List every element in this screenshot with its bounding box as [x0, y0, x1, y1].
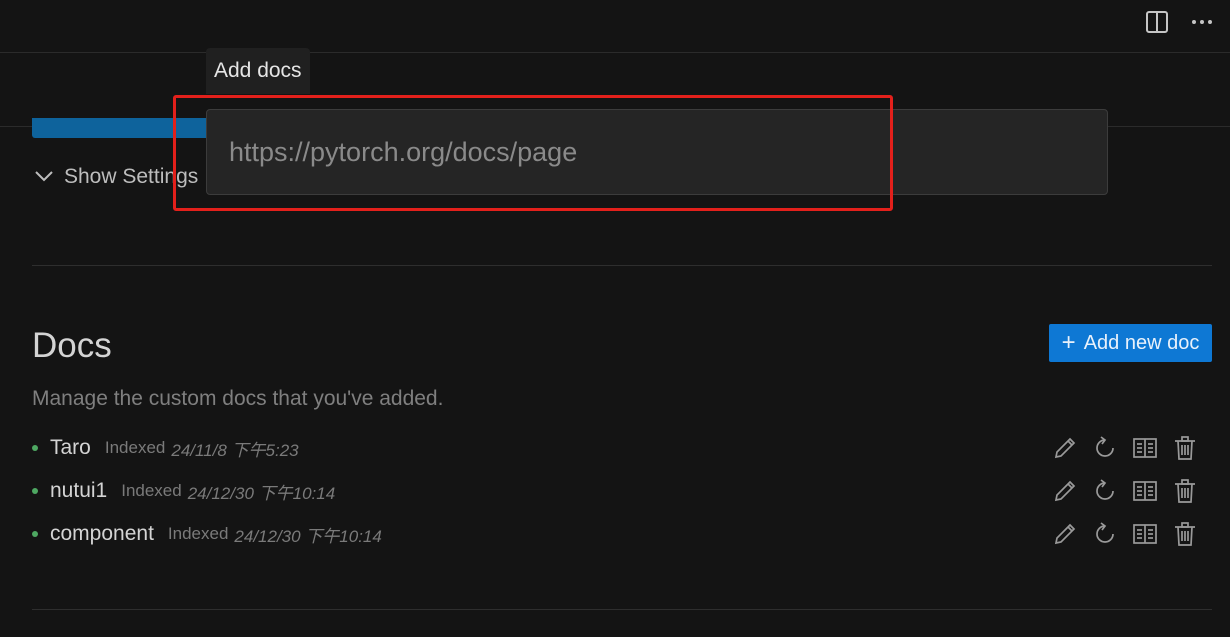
obscured-button[interactable] — [32, 118, 212, 138]
divider — [32, 609, 1212, 610]
doc-indexed-label: Indexed — [121, 481, 182, 500]
refresh-icon[interactable] — [1092, 521, 1118, 547]
book-icon[interactable] — [1132, 521, 1158, 547]
pencil-icon[interactable] — [1052, 435, 1078, 461]
doc-url-input[interactable] — [206, 109, 1108, 195]
refresh-icon[interactable] — [1092, 435, 1118, 461]
doc-name: Taro — [50, 436, 91, 459]
pencil-icon[interactable] — [1052, 521, 1078, 547]
more-icon[interactable] — [1188, 8, 1216, 36]
trash-icon[interactable] — [1172, 521, 1198, 547]
doc-actions — [1052, 476, 1198, 506]
book-icon[interactable] — [1132, 478, 1158, 504]
doc-indexed-label: Indexed — [104, 438, 166, 457]
trash-icon[interactable] — [1172, 478, 1198, 504]
show-settings-label: Show Settings — [64, 165, 199, 188]
doc-name: component — [50, 522, 154, 545]
doc-indexed-date: 24/11/8 下午5:23 — [171, 440, 299, 460]
page: Show Settings Docs + Add new doc Manage … — [0, 0, 1230, 637]
docs-title: Docs — [32, 326, 112, 365]
split-editor-icon[interactable] — [1143, 8, 1171, 36]
add-docs-popup-title: Add docs — [206, 48, 310, 94]
add-new-doc-button[interactable]: + Add new doc — [1049, 324, 1212, 362]
doc-list-item: nutui1 Indexed 24/12/30 下午10:14 — [32, 476, 1212, 506]
doc-list-item: Taro Indexed 24/11/8 下午5:23 — [32, 433, 1212, 463]
doc-indexed-date: 24/12/30 下午10:14 — [187, 483, 336, 503]
doc-actions — [1052, 433, 1198, 463]
status-dot — [32, 488, 38, 494]
doc-name: nutui1 — [50, 479, 108, 502]
doc-list-item: component Indexed 24/12/30 下午10:14 — [32, 519, 1212, 549]
top-toolbar — [0, 0, 1230, 53]
divider — [32, 265, 1212, 266]
status-dot — [32, 531, 38, 537]
doc-indexed-label: Indexed — [167, 524, 229, 543]
status-dot — [32, 445, 38, 451]
book-icon[interactable] — [1132, 435, 1158, 461]
doc-indexed-date: 24/12/30 下午10:14 — [234, 526, 382, 546]
trash-icon[interactable] — [1172, 435, 1198, 461]
doc-actions — [1052, 519, 1198, 549]
refresh-icon[interactable] — [1092, 478, 1118, 504]
docs-description: Manage the custom docs that you've added… — [32, 387, 444, 410]
chevron-down-icon — [34, 165, 54, 189]
show-settings-toggle[interactable]: Show Settings — [34, 164, 198, 190]
add-new-doc-label: Add new doc — [1083, 331, 1200, 354]
pencil-icon[interactable] — [1052, 478, 1078, 504]
plus-icon: + — [1061, 329, 1076, 356]
